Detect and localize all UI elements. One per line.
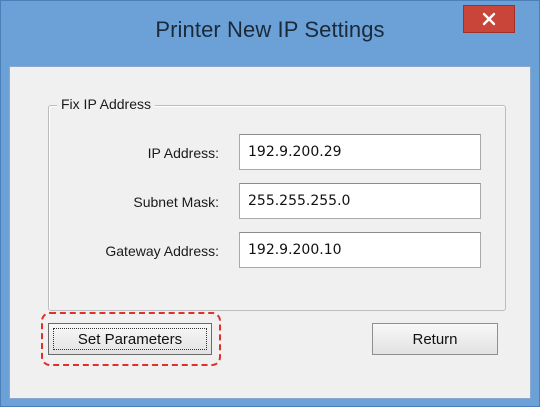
return-label: Return xyxy=(412,330,458,348)
groupbox-legend: Fix IP Address xyxy=(57,96,156,112)
subnet-mask-label: Subnet Mask: xyxy=(133,194,219,210)
gateway-address-input[interactable] xyxy=(239,232,481,268)
fix-ip-groupbox: Fix IP Address IP Address: Subnet Mask: … xyxy=(48,96,506,311)
title-bar[interactable]: Printer New IP Settings xyxy=(1,1,539,65)
ip-address-label: IP Address: xyxy=(147,145,219,161)
set-parameters-label: Set Parameters xyxy=(77,330,183,348)
subnet-mask-input[interactable] xyxy=(239,183,481,219)
gateway-address-label: Gateway Address: xyxy=(105,243,219,259)
set-parameters-button[interactable]: Set Parameters xyxy=(48,323,212,355)
close-button[interactable] xyxy=(463,5,515,33)
dialog-window: Printer New IP Settings Fix IP Address I… xyxy=(0,0,540,407)
close-icon xyxy=(482,12,496,26)
window-title: Printer New IP Settings xyxy=(155,17,385,42)
ip-address-input[interactable] xyxy=(239,134,481,170)
return-button[interactable]: Return xyxy=(372,323,498,355)
dialog-content: Fix IP Address IP Address: Subnet Mask: … xyxy=(9,66,531,399)
